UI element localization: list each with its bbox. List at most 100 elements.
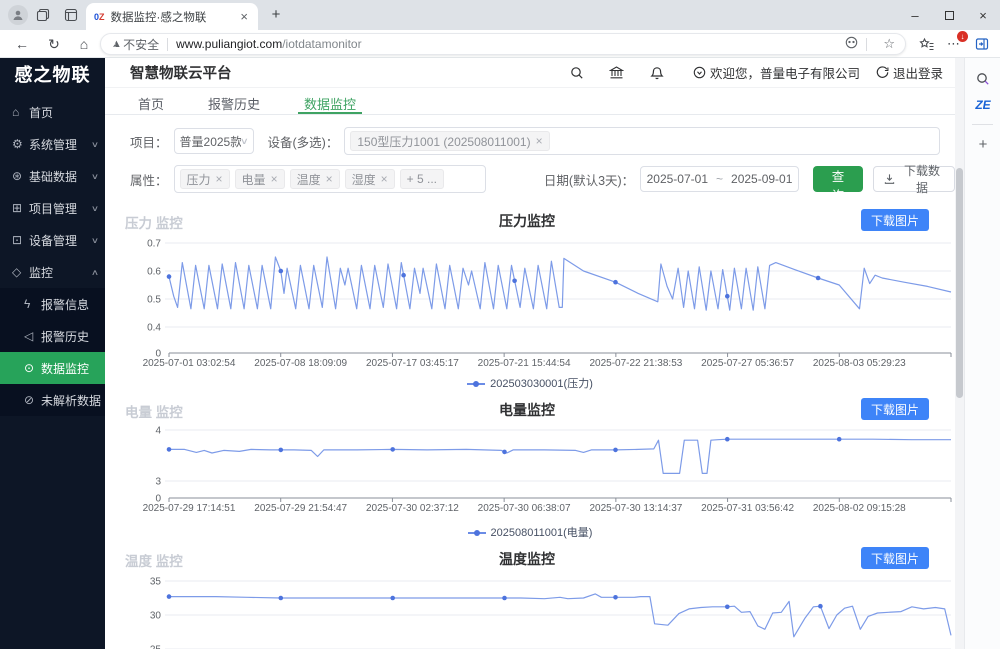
download-image-button[interactable]: 下载图片 xyxy=(861,209,929,231)
chart-block-power: 电量 监控 电量监控 下载图片 4302025-07-29 17:14:5120… xyxy=(105,398,955,537)
sidebar-item-device-management[interactable]: ⊡设备管理∨ xyxy=(0,224,105,256)
attr-more-tag[interactable]: + 5 ... xyxy=(400,169,444,189)
svg-text:2025-07-30 13:14:37: 2025-07-30 13:14:37 xyxy=(589,503,682,514)
tag-close-icon[interactable]: × xyxy=(381,172,388,186)
chart-legend[interactable]: 202503030001(压力) xyxy=(105,375,955,388)
sidebar-item-data-monitor[interactable]: ⊙数据监控 xyxy=(0,352,105,384)
bank-icon[interactable] xyxy=(597,65,637,80)
sidebar-item-alarm-info[interactable]: ϟ报警信息 xyxy=(0,288,105,320)
extension-ze-icon[interactable]: ZE xyxy=(965,92,1000,118)
filter-panel: 项目： 普量2025款4... ∨ 设备(多选)： 150型压力1001 (20… xyxy=(105,115,955,193)
device-multiselect[interactable]: 150型压力1001 (202508011001) × xyxy=(344,127,940,155)
tag-close-icon[interactable]: × xyxy=(326,172,333,186)
tag-close-icon[interactable]: × xyxy=(216,172,223,186)
tab-alarm-history[interactable]: 报警历史 xyxy=(200,88,268,114)
sidebar-item-label: 设备管理 xyxy=(29,232,92,249)
grid-icon: ⊞ xyxy=(12,201,29,215)
browser-tab[interactable]: 0Z 数据监控·感之物联 × xyxy=(86,3,258,30)
maximize-button[interactable] xyxy=(932,0,966,30)
attr-tag[interactable]: 温度 × xyxy=(290,169,340,189)
query-button[interactable]: 查 询 xyxy=(813,166,863,192)
home-icon[interactable]: ⌂ xyxy=(74,34,94,54)
download-icon xyxy=(884,173,895,185)
sidebar-item-label: 监控 xyxy=(29,264,92,281)
sidebar-item-system-management[interactable]: ⚙系统管理∨ xyxy=(0,128,105,160)
search-icon[interactable] xyxy=(965,66,1000,92)
device-tag[interactable]: 150型压力1001 (202508011001) × xyxy=(350,131,549,151)
scrollbar-thumb[interactable] xyxy=(956,168,963,398)
collections-icon[interactable] xyxy=(916,34,936,54)
tab-home[interactable]: 首页 xyxy=(130,88,172,114)
svg-text:2025-07-01 03:02:54: 2025-07-01 03:02:54 xyxy=(143,358,236,369)
chevron-down-icon: ∨ xyxy=(240,136,249,147)
home-icon: ⌂ xyxy=(12,105,29,119)
sidebar-item-label: 首页 xyxy=(29,104,98,121)
url-field[interactable]: ▲! 不安全 www.puliangiot.com /iotdatamonito… xyxy=(100,33,906,55)
chart-block-pressure: 压力 监控 压力监控 下载图片 0.70.60.50.402025-07-01 … xyxy=(105,209,955,388)
site-favicon: 0Z xyxy=(94,12,105,22)
app-logo: 感之物联 xyxy=(0,58,105,92)
content-tabs: 首页 报警历史 数据监控 xyxy=(105,88,955,115)
tag-label: 150型压力1001 (202508011001) xyxy=(357,133,530,150)
new-tab-button[interactable]: + xyxy=(266,5,286,25)
url-path: /iotdatamonitor xyxy=(282,37,361,51)
chevron-down-icon: ∨ xyxy=(91,204,99,213)
page-scrollbar[interactable] xyxy=(955,58,964,649)
sidebar-item-unparsed-data[interactable]: ⊘未解析数据 xyxy=(0,384,105,416)
minimize-button[interactable]: – xyxy=(898,0,932,30)
legend-line-icon xyxy=(468,532,486,534)
back-icon[interactable]: ← xyxy=(12,34,32,54)
browser-menu-icon[interactable]: ⋯ ↓ xyxy=(944,34,964,54)
monitor-icon: ◇ xyxy=(12,265,29,279)
workspaces-icon[interactable] xyxy=(33,5,53,25)
user-circle-icon xyxy=(693,66,706,79)
bell-icon[interactable] xyxy=(637,66,677,80)
sidebar-item-label: 项目管理 xyxy=(29,200,92,217)
sidebar-item-project-management[interactable]: ⊞项目管理∨ xyxy=(0,192,105,224)
project-select[interactable]: 普量2025款4... ∨ xyxy=(174,128,254,154)
attr-multiselect[interactable]: 压力×电量×温度×湿度×+ 5 ... xyxy=(174,165,486,193)
reader-icon[interactable] xyxy=(845,36,858,52)
download-data-button[interactable]: 下载数据 xyxy=(873,166,955,192)
svg-text:3: 3 xyxy=(155,477,161,488)
edge-side-toolbar: ZE + xyxy=(964,58,1000,649)
tab-data-monitor[interactable]: 数据监控 xyxy=(296,88,364,114)
tag-label: 电量 xyxy=(242,171,266,188)
favorite-star-icon[interactable]: ☆ xyxy=(883,36,895,52)
tag-label: 温度 xyxy=(297,171,321,188)
tab-close-icon[interactable]: × xyxy=(238,9,250,24)
welcome-text[interactable]: 欢迎您，普量电子有限公司 xyxy=(693,63,860,82)
chevron-down-icon: ∨ xyxy=(91,236,99,245)
security-label[interactable]: 不安全 xyxy=(123,36,159,53)
sidebar-item-base-data[interactable]: ⊛基础数据∨ xyxy=(0,160,105,192)
tag-close-icon[interactable]: × xyxy=(271,172,278,186)
download-image-button[interactable]: 下载图片 xyxy=(861,398,929,420)
header-search-icon[interactable] xyxy=(557,66,597,80)
sidebar-item-monitor[interactable]: ◇监控∧ xyxy=(0,256,105,288)
tag-close-icon[interactable]: × xyxy=(536,134,543,148)
logout-icon xyxy=(876,66,889,79)
sidebar-item-home[interactable]: ⌂首页 xyxy=(0,96,105,128)
svg-text:2025-07-29 17:14:51: 2025-07-29 17:14:51 xyxy=(143,503,236,514)
logout-button[interactable]: 退出登录 xyxy=(876,63,943,82)
svg-text:2025-07-31 03:56:42: 2025-07-31 03:56:42 xyxy=(701,503,794,514)
add-sidebar-item-icon[interactable]: + xyxy=(965,131,1000,157)
attr-tag[interactable]: 电量 × xyxy=(235,169,285,189)
tab-title: 数据监控·感之物联 xyxy=(111,9,239,25)
chart-legend[interactable]: 202508011001(电量) xyxy=(105,524,955,537)
sidebar-panel-icon[interactable] xyxy=(972,34,992,54)
tab-actions-icon[interactable] xyxy=(61,5,81,25)
refresh-icon[interactable]: ↻ xyxy=(44,34,64,54)
gear-icon: ⚙ xyxy=(12,137,29,151)
pressure-chart-canvas: 0.70.60.50.402025-07-01 03:02:542025-07-… xyxy=(125,233,955,373)
svg-text:2025-07-21 15:44:54: 2025-07-21 15:44:54 xyxy=(478,358,571,369)
attr-tag[interactable]: 湿度× xyxy=(345,169,395,189)
profile-avatar-icon[interactable] xyxy=(8,5,28,25)
sidebar-item-alarm-history[interactable]: ◁报警历史 xyxy=(0,320,105,352)
date-range-input[interactable]: 2025-07-01 ~ 2025-09-01 xyxy=(640,166,799,192)
download-image-button[interactable]: 下载图片 xyxy=(861,547,929,569)
attr-tag[interactable]: 压力× xyxy=(180,169,230,189)
project-label: 项目： xyxy=(130,132,168,151)
window-close-button[interactable]: × xyxy=(966,0,1000,30)
svg-text:2025-07-08 18:09:09: 2025-07-08 18:09:09 xyxy=(254,358,347,369)
